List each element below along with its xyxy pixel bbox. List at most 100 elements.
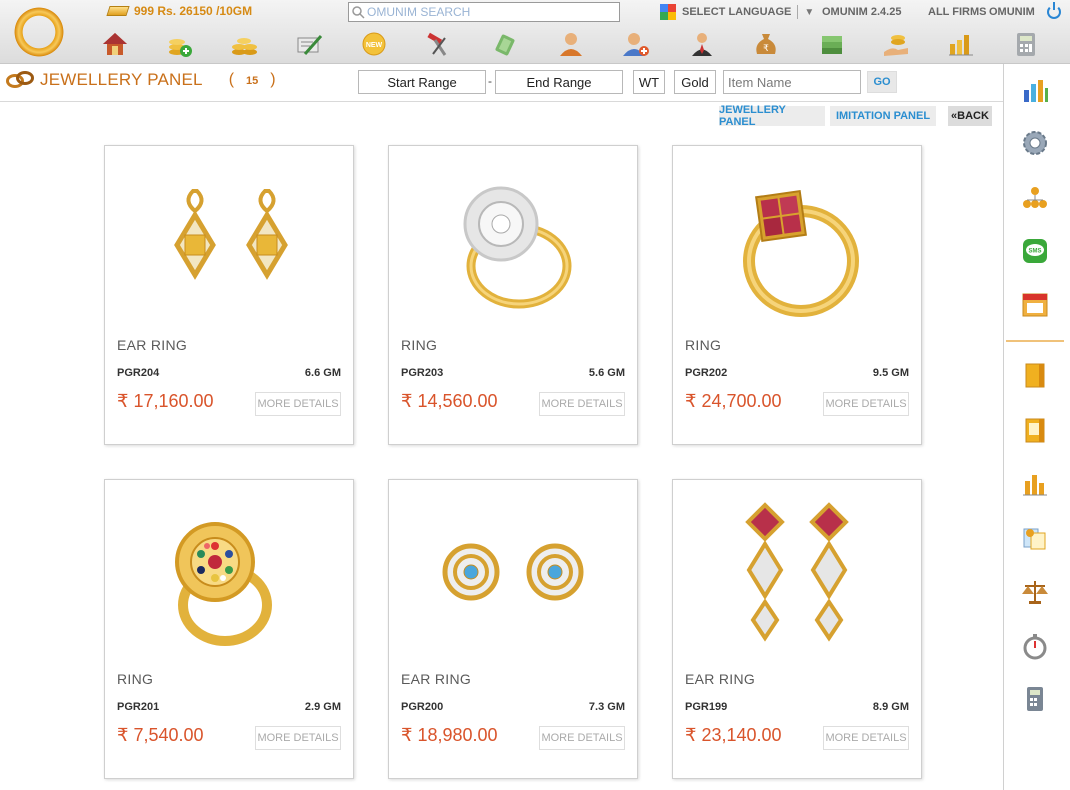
businessman-icon[interactable] xyxy=(688,30,716,58)
product-weight: 8.9 GM xyxy=(872,701,909,713)
calculator-icon[interactable] xyxy=(1021,685,1049,713)
jewellery-panel-button[interactable]: JEWELLERY PANEL xyxy=(719,104,825,128)
go-button[interactable]: GO xyxy=(867,71,897,93)
documents-icon[interactable] xyxy=(1021,524,1049,552)
imitation-panel-button[interactable]: IMITATION PANEL xyxy=(830,106,936,126)
earring-image xyxy=(105,146,353,336)
scale-icon[interactable] xyxy=(1021,578,1049,606)
product-code: PGR199 xyxy=(685,701,728,713)
product-weight: 9.5 GM xyxy=(872,367,909,379)
tools-icon[interactable] xyxy=(425,30,453,58)
search-icon xyxy=(349,3,367,21)
product-name: EAR RING xyxy=(685,671,756,687)
ledger-book-icon[interactable] xyxy=(1021,361,1049,389)
product-card[interactable]: EAR RING PGR200 7.3 GM ₹ 18,980.00 MORE … xyxy=(388,479,638,779)
cash-stack-icon[interactable] xyxy=(818,30,846,58)
header-divider xyxy=(0,101,1003,102)
add-person-icon[interactable] xyxy=(622,30,650,58)
divider xyxy=(797,5,799,19)
gold-bar-icon xyxy=(106,6,130,16)
product-card[interactable]: RING PGR202 9.5 GM ₹ 24,700.00 MORE DETA… xyxy=(672,145,922,445)
bar-chart-icon[interactable] xyxy=(1021,76,1049,104)
gold-rate-text: 999 Rs. 26150 /10GM xyxy=(134,4,253,18)
product-card[interactable]: RING PGR201 2.9 GM ₹ 7,540.00 MORE DETAI… xyxy=(104,479,354,779)
back-button[interactable]: «BACK xyxy=(948,106,992,126)
search-input[interactable] xyxy=(367,5,615,19)
product-card[interactable]: RING PGR203 5.6 GM ₹ 14,560.00 MORE DETA… xyxy=(388,145,638,445)
person-icon[interactable] xyxy=(557,30,585,58)
certificate-pen-icon[interactable] xyxy=(295,30,323,58)
stopwatch-icon[interactable] xyxy=(1021,632,1049,660)
money-bag-icon[interactable] xyxy=(492,30,520,58)
select-language-label: SELECT LANGUAGE xyxy=(682,6,792,18)
product-code: PGR201 xyxy=(117,701,160,713)
more-details-button[interactable]: MORE DETAILS xyxy=(255,392,341,416)
product-code: PGR200 xyxy=(401,701,444,713)
sack-rupee-icon[interactable]: ₹ xyxy=(752,30,780,58)
power-icon[interactable] xyxy=(1047,2,1061,19)
more-details-button[interactable]: MORE DETAILS xyxy=(823,392,909,416)
open-paren: ( xyxy=(228,71,235,88)
svg-text:NEW: NEW xyxy=(366,42,383,49)
all-firms-link[interactable]: ALL FIRMS xyxy=(928,6,986,18)
product-weight: 5.6 GM xyxy=(588,367,625,379)
hand-coins-icon[interactable] xyxy=(882,30,910,58)
search-box[interactable] xyxy=(348,2,620,22)
more-details-button[interactable]: MORE DETAILS xyxy=(539,726,625,750)
more-details-button[interactable]: MORE DETAILS xyxy=(539,392,625,416)
ledger-book-alt-icon[interactable] xyxy=(1021,416,1049,444)
user-name[interactable]: OMUNIM xyxy=(989,6,1035,18)
product-price: ₹ 17,160.00 xyxy=(117,391,214,411)
toolbar: NEW ₹ xyxy=(0,30,1070,62)
close-paren: ) xyxy=(270,71,276,88)
column-chart-icon[interactable] xyxy=(1021,469,1049,497)
chevron-down-icon: ▼ xyxy=(804,6,815,18)
home-icon[interactable] xyxy=(101,30,129,58)
product-card[interactable]: EAR RING PGR199 8.9 GM ₹ 23,140.00 MORE … xyxy=(672,479,922,779)
app: 999 Rs. 26150 /10GM SELECT LANGUAGE ▼ OM… xyxy=(0,0,1070,790)
ring-image xyxy=(389,146,637,336)
sms-icon[interactable]: SMS xyxy=(1021,237,1049,265)
ring-image xyxy=(673,146,921,336)
add-coins-icon[interactable] xyxy=(165,30,193,58)
language-selector[interactable]: SELECT LANGUAGE ▼ xyxy=(660,4,814,20)
product-weight: 2.9 GM xyxy=(304,701,341,713)
rings-icon xyxy=(6,69,36,91)
item-count: (15) xyxy=(217,71,288,89)
metal-field[interactable]: Gold xyxy=(674,70,716,94)
gear-icon[interactable] xyxy=(1021,129,1049,157)
product-code: PGR202 xyxy=(685,367,728,379)
page-title: JEWELLERY PANEL xyxy=(40,70,203,89)
product-name: RING xyxy=(685,337,722,353)
product-name: RING xyxy=(117,671,154,687)
product-code: PGR204 xyxy=(117,367,160,379)
version-label: OMUNIM 2.4.25 xyxy=(822,6,902,18)
start-range-field[interactable]: Start Range xyxy=(358,70,486,94)
product-card[interactable]: EAR RING PGR204 6.6 GM ₹ 17,160.00 MORE … xyxy=(104,145,354,445)
product-weight: 7.3 GM xyxy=(588,701,625,713)
gold-rate: 999 Rs. 26150 /10GM xyxy=(106,4,253,18)
product-price: ₹ 23,140.00 xyxy=(685,725,782,745)
coins-stack-icon[interactable] xyxy=(230,30,258,58)
top-bar: 999 Rs. 26150 /10GM SELECT LANGUAGE ▼ OM… xyxy=(0,0,1070,64)
end-range-field[interactable]: End Range xyxy=(495,70,623,94)
calendar-icon[interactable] xyxy=(1021,290,1049,318)
calculator-icon[interactable] xyxy=(1012,30,1040,58)
more-details-button[interactable]: MORE DETAILS xyxy=(823,726,909,750)
product-weight: 6.6 GM xyxy=(304,367,341,379)
hierarchy-icon[interactable] xyxy=(1021,184,1049,212)
product-name: RING xyxy=(401,337,438,353)
more-details-button[interactable]: MORE DETAILS xyxy=(255,726,341,750)
right-sidebar: SMS xyxy=(1003,64,1070,790)
count-value: 15 xyxy=(246,75,259,87)
svg-text:SMS: SMS xyxy=(1028,249,1041,255)
google-translate-icon xyxy=(660,4,676,20)
earring-image xyxy=(389,480,637,670)
wt-field[interactable]: WT xyxy=(633,70,665,94)
item-name-input[interactable] xyxy=(723,70,861,94)
new-badge-icon[interactable]: NEW xyxy=(360,30,388,58)
earring-image xyxy=(673,480,921,670)
product-price: ₹ 24,700.00 xyxy=(685,391,782,411)
bar-coins-icon[interactable] xyxy=(947,30,975,58)
panel-header: JEWELLERY PANEL (15) xyxy=(6,66,288,94)
